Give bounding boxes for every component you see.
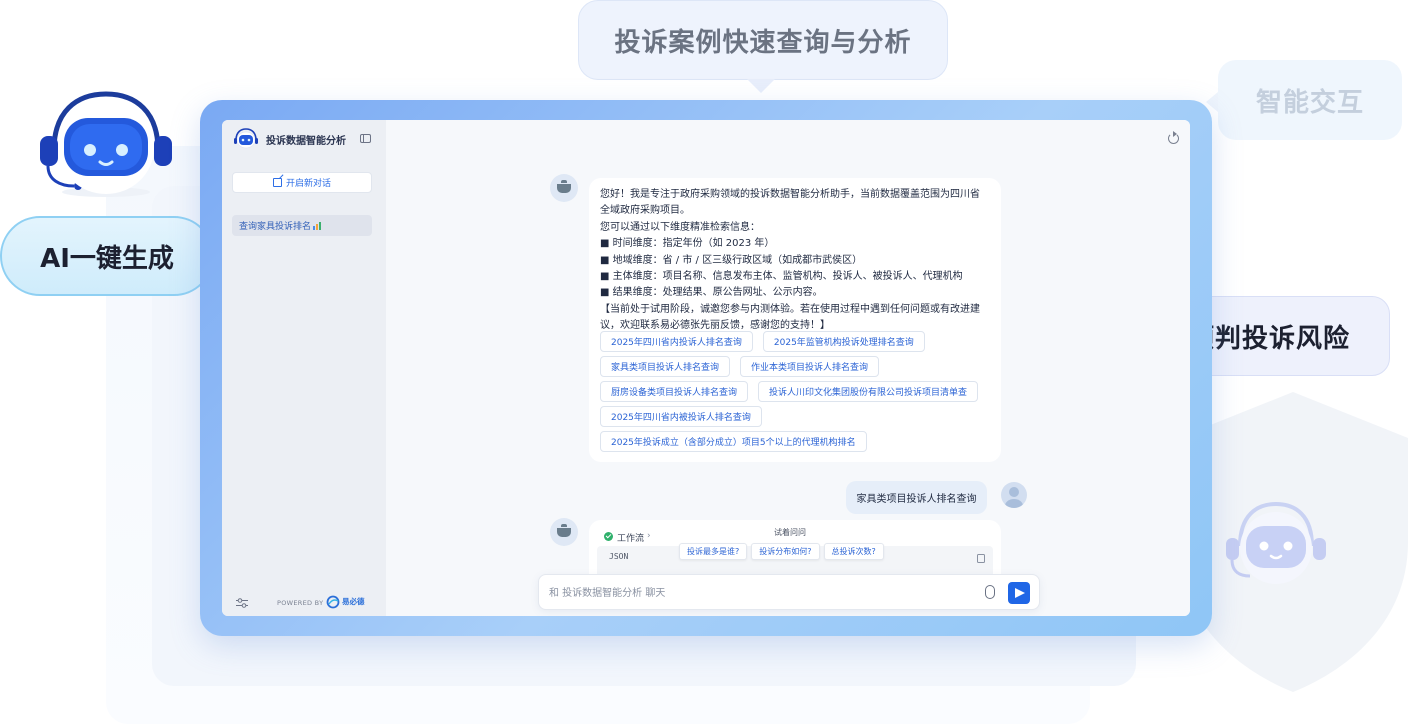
paperclip-icon[interactable]	[985, 585, 995, 599]
bot-avatar-icon	[550, 518, 578, 546]
sidebar-toggle-icon[interactable]	[360, 134, 371, 143]
bot-avatar-icon	[550, 174, 578, 202]
feature-bubble-risk-text: 预判投诉风险	[1187, 323, 1350, 354]
robot-mascot-icon	[40, 91, 172, 197]
sidebar: 投诉数据智能分析 开启新对话 查询家具投诉排名 POWERED BY 易必德	[222, 120, 386, 616]
copy-icon[interactable]	[977, 554, 985, 563]
code-language-label: JSON	[609, 552, 629, 561]
assistant-message-line: ■ 时间维度：指定年份（如 2023 年）	[600, 238, 775, 250]
suggestion-chips: 2025年四川省内投诉人排名查询 2025年监管机构投诉处理排名查询家具类项目投诉…	[600, 331, 1000, 456]
send-icon	[1015, 588, 1025, 598]
chat-input[interactable]	[549, 585, 969, 601]
assistant-message-line: 全域政府采购项目。	[600, 205, 690, 217]
bar-chart-icon	[313, 221, 322, 230]
assistant-message: 您好！我是专注于政府采购领域的投诉数据智能分析助手，当前数据覆盖范围为四川省 全域…	[589, 178, 1001, 462]
try-ask-chip[interactable]: 总投诉次数?	[823, 543, 884, 560]
assistant-message-line: 【当前处于试用阶段，诚邀您参与内测体验。若在使用过程中遇到任何问题或有改进建	[600, 303, 980, 315]
try-ask-chip[interactable]: 投诉分布如何?	[751, 543, 820, 560]
refresh-icon[interactable]	[1168, 131, 1179, 144]
assistant-message-line: 您可以通过以下维度精准检索信息：	[600, 221, 760, 233]
bot-logo-icon	[234, 128, 258, 149]
app-window-frame: 投诉数据智能分析 开启新对话 查询家具投诉排名 POWERED BY 易必德 您…	[200, 100, 1212, 636]
suggestion-chip[interactable]: 投诉人川印文化集团股份有限公司投诉项目清单查	[758, 381, 979, 402]
workflow-label[interactable]: 工作流	[617, 531, 644, 544]
user-avatar-icon	[1001, 482, 1027, 508]
history-item-label: 查询家具投诉排名	[239, 222, 312, 232]
suggestion-chip[interactable]: 厨房设备类项目投诉人排名查询	[600, 381, 749, 402]
app-screen: 投诉数据智能分析 开启新对话 查询家具投诉排名 POWERED BY 易必德 您…	[222, 120, 1190, 616]
suggestion-chip[interactable]: 2025年四川省内被投诉人排名查询	[600, 406, 762, 427]
edit-icon	[272, 178, 282, 187]
check-circle-icon	[604, 532, 613, 541]
send-button[interactable]	[1008, 582, 1030, 604]
feature-bubble-interaction: 智能交互	[1206, 60, 1402, 140]
feature-bubble-query-text: 投诉案例快速查询与分析	[614, 27, 912, 58]
user-message-text: 家具类项目投诉人排名查询	[856, 494, 977, 505]
settings-sliders-icon[interactable]	[236, 598, 248, 608]
sidebar-history-item[interactable]: 查询家具投诉排名	[232, 215, 372, 236]
try-ask-chip[interactable]: 投诉最多是谁?	[679, 543, 748, 560]
suggestion-chip[interactable]: 2025年监管机构投诉处理排名查询	[762, 331, 925, 352]
assistant-message-line: ■ 结果维度：处理结果、原公告网址、公示内容。	[600, 287, 823, 299]
brand-name: 易必德	[342, 597, 365, 606]
try-ask-label: 试着问问	[774, 528, 806, 537]
try-ask-chips: 投诉最多是谁? 投诉分布如何? 总投诉次数?	[679, 543, 884, 560]
app-title: 投诉数据智能分析	[266, 136, 346, 147]
new-chat-label: 开启新对话	[285, 179, 331, 189]
assistant-message-text: 您好！我是专注于政府采购领域的投诉数据智能分析助手，当前数据覆盖范围为四川省 全域…	[600, 187, 991, 335]
suggestion-chip[interactable]: 2025年四川省内投诉人排名查询	[600, 331, 753, 352]
suggestion-chip[interactable]: 家具类项目投诉人排名查询	[600, 356, 731, 377]
feature-bubble-ai: AI一键生成	[0, 216, 214, 296]
assistant-message-line: ■ 主体维度：项目名称、信息发布主体、监管机构、投诉人、被投诉人、代理机构	[600, 271, 963, 283]
suggestion-row: 2025年投诉成立（含部分成立）项目5个以上的代理机构排名	[600, 431, 1000, 456]
powered-by-text: POWERED BY	[277, 599, 324, 607]
suggestion-row: 2025年四川省内被投诉人排名查询	[600, 406, 1000, 431]
chat-input-bar	[538, 574, 1040, 610]
feature-bubble-query: 投诉案例快速查询与分析	[578, 0, 948, 93]
suggestion-row: 厨房设备类项目投诉人排名查询 投诉人川印文化集团股份有限公司投诉项目清单查	[600, 381, 1000, 406]
suggestion-row: 2025年四川省内投诉人排名查询 2025年监管机构投诉处理排名查询	[600, 331, 1000, 356]
user-message: 家具类项目投诉人排名查询	[846, 481, 987, 514]
assistant-message-line: ■ 地域维度：省 / 市 / 区三级行政区域（如成都市武侯区）	[600, 254, 863, 266]
new-chat-button[interactable]: 开启新对话	[232, 172, 372, 193]
feature-bubble-ai-text: AI一键生成	[40, 243, 174, 274]
feature-bubble-interaction-text: 智能交互	[1255, 87, 1364, 118]
assistant-message-line: 您好！我是专注于政府采购领域的投诉数据智能分析助手，当前数据覆盖范围为四川省	[600, 189, 980, 200]
chat-main: 您好！我是专注于政府采购领域的投诉数据智能分析助手，当前数据覆盖范围为四川省 全域…	[386, 120, 1190, 616]
chevron-right-icon[interactable]: ›	[647, 531, 651, 541]
suggestion-chip[interactable]: 作业本类项目投诉人排名查询	[740, 356, 880, 377]
suggestion-chip[interactable]: 2025年投诉成立（含部分成立）项目5个以上的代理机构排名	[600, 431, 867, 452]
suggestion-row: 家具类项目投诉人排名查询 作业本类项目投诉人排名查询	[600, 356, 1000, 381]
robot-mascot-faded-icon	[1226, 501, 1326, 584]
